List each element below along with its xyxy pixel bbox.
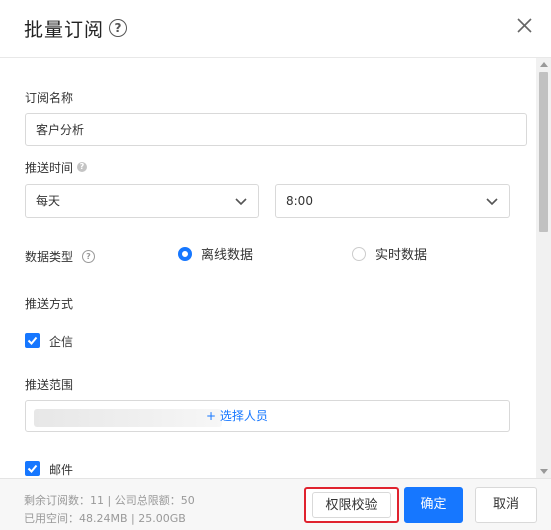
data-type-help-icon[interactable]: ? — [82, 250, 95, 263]
blurred-recipients — [34, 409, 222, 427]
help-icon[interactable]: ? — [109, 19, 127, 37]
checkbox-email[interactable] — [25, 461, 40, 476]
push-scope-field[interactable]: + 选择人员 — [25, 400, 510, 432]
frequency-value: 每天 — [36, 194, 61, 208]
dialog-header: 批量订阅 ? — [0, 0, 551, 58]
push-time-label: 推送时间 — [25, 161, 74, 175]
checkbox-qixin[interactable] — [25, 333, 40, 348]
dialog-title: 批量订阅 — [24, 19, 105, 41]
subscription-name-input[interactable]: 客户分析 — [25, 113, 527, 146]
quota-remaining-text: 剩余订阅数：11 | 公司总限额：50 — [24, 494, 195, 507]
subscription-name-label: 订阅名称 — [25, 91, 74, 105]
scrollbar[interactable] — [536, 58, 551, 478]
check-icon — [27, 336, 38, 345]
data-type-label: 数据类型 — [25, 250, 74, 264]
push-time-help-icon[interactable]: ? — [77, 162, 87, 172]
permission-check-highlight: 权限校验 — [304, 487, 399, 523]
radio-offline-data[interactable] — [178, 247, 192, 261]
dialog-body: 订阅名称 客户分析 推送时间 ? 每天 8:00 数据类型 ? 离线数据 实时数… — [0, 58, 536, 478]
close-icon[interactable] — [514, 15, 536, 37]
checkbox-email-label: 邮件 — [49, 463, 74, 477]
subscription-name-value: 客户分析 — [36, 123, 85, 137]
push-method-label: 推送方式 — [25, 297, 74, 311]
frequency-select[interactable]: 每天 — [25, 184, 259, 218]
scroll-thumb[interactable] — [539, 72, 548, 232]
checkbox-qixin-label: 企信 — [49, 335, 74, 349]
select-people-link[interactable]: + 选择人员 — [206, 401, 268, 431]
time-select[interactable]: 8:00 — [275, 184, 510, 218]
chevron-down-icon — [486, 198, 498, 206]
cancel-button[interactable]: 取消 — [475, 487, 537, 523]
check-icon — [27, 464, 38, 473]
quota-storage-text: 已用空间：48.24MB | 25.00GB — [24, 512, 186, 525]
permission-check-button[interactable]: 权限校验 — [312, 492, 391, 518]
batch-subscribe-dialog: 批量订阅 ? 订阅名称 客户分析 推送时间 ? 每天 8:00 数据类型 ? 离… — [0, 0, 551, 530]
scroll-up-arrow-icon[interactable] — [540, 62, 548, 67]
confirm-button[interactable]: 确定 — [404, 487, 463, 523]
radio-realtime-data[interactable] — [352, 247, 366, 261]
push-scope-label: 推送范围 — [25, 378, 74, 392]
time-value: 8:00 — [286, 194, 313, 208]
radio-offline-data-label: 离线数据 — [201, 248, 254, 263]
chevron-down-icon — [235, 198, 247, 206]
dialog-footer: 剩余订阅数：11 | 公司总限额：50 已用空间：48.24MB | 25.00… — [0, 478, 551, 530]
scroll-down-arrow-icon[interactable] — [540, 469, 548, 474]
radio-realtime-data-label: 实时数据 — [375, 248, 428, 263]
